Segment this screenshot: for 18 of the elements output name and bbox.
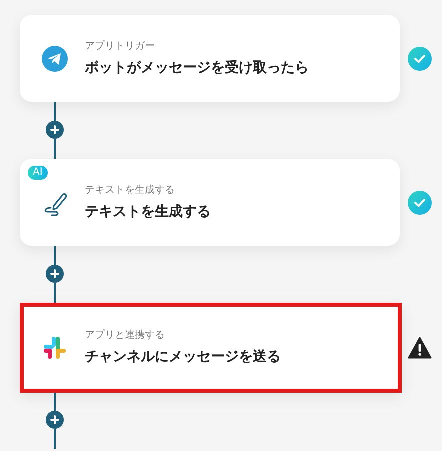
plus-icon <box>50 415 60 425</box>
step-card[interactable]: AI テキストを生成する テキストを生成する <box>20 159 400 246</box>
paper-plane-icon <box>42 46 68 72</box>
step-title: ボットがメッセージを受け取ったら <box>85 58 309 78</box>
add-step-button[interactable] <box>46 265 64 283</box>
ai-badge: AI <box>28 166 48 180</box>
step-label: テキストを生成する <box>85 184 176 198</box>
add-step-button[interactable] <box>46 121 64 139</box>
step-title: チャンネルにメッセージを送る <box>85 348 281 367</box>
hash-logo-icon <box>43 336 67 360</box>
step-label: アプリトリガー <box>85 40 156 54</box>
plus-icon <box>50 125 60 135</box>
step-card[interactable]: アプリトリガー ボットがメッセージを受け取ったら <box>20 15 400 102</box>
add-step-button[interactable] <box>46 411 64 429</box>
step-card[interactable]: アプリと連携する チャンネルにメッセージを送る <box>20 303 402 393</box>
plus-icon <box>50 269 60 279</box>
step-title: テキストを生成する <box>85 202 211 222</box>
step-label: アプリと連携する <box>85 329 166 343</box>
